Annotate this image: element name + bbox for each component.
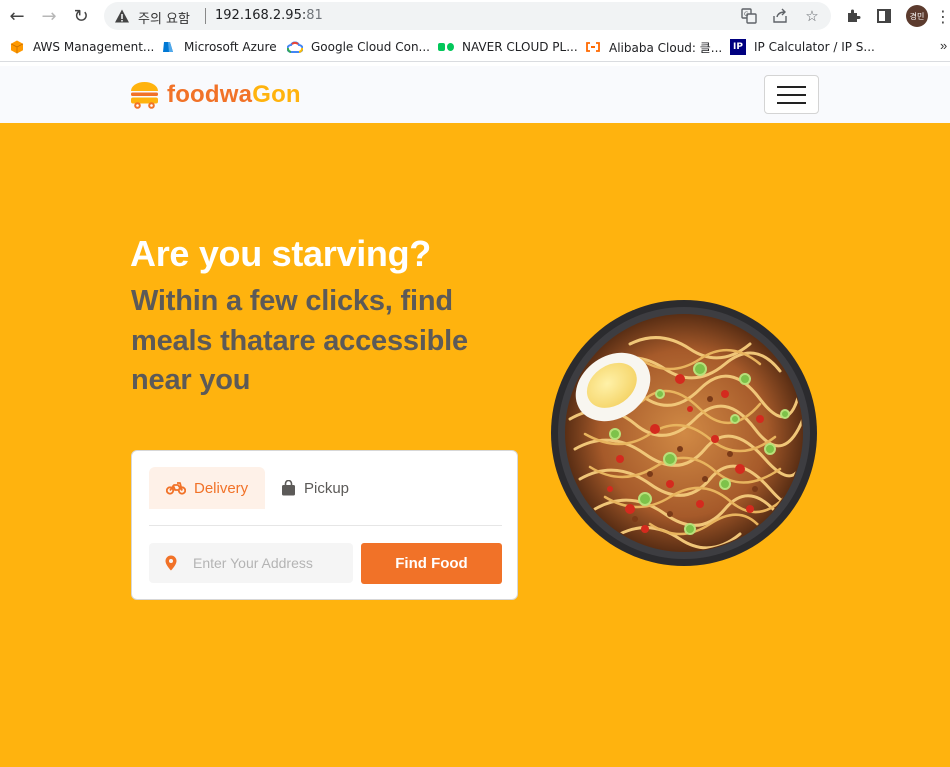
food-search-card: Delivery Pickup Find Food [131, 450, 518, 600]
food-truck-logo-icon [131, 82, 158, 109]
bookmark-ip-calculator[interactable]: IP IP Calculator / IP S... [730, 39, 875, 55]
bookmark-alibaba-cloud[interactable]: Alibaba Cloud: 클... [585, 39, 722, 55]
tab-delivery[interactable]: Delivery [149, 467, 265, 509]
address-bar[interactable]: 주의 요함 192.168.2.95:81 G ☆ [104, 2, 831, 30]
more-bookmarks-icon[interactable]: » [940, 38, 947, 53]
bookmark-azure[interactable]: Microsoft Azure [160, 39, 277, 55]
bookmark-aws[interactable]: AWS Management... [9, 39, 154, 55]
logo-text-part1: foodwa [167, 81, 253, 108]
aws-icon [9, 39, 25, 55]
site-logo[interactable]: foodwaGon [130, 79, 301, 111]
security-label[interactable]: 주의 요함 [138, 8, 190, 27]
bookmark-star-icon[interactable]: ☆ [803, 7, 821, 25]
url-host: 192.168.2.95: [215, 8, 307, 23]
url-port: 81 [306, 8, 323, 23]
browser-toolbar: ← → ↻ 주의 요함 192.168.2.95:81 G ☆ 경민 ⋮ [0, 0, 950, 32]
bookmark-label: Microsoft Azure [184, 40, 277, 54]
forward-arrow-icon[interactable]: → [37, 4, 61, 28]
address-input[interactable] [193, 543, 348, 583]
hero-subtitle: Within a few clicks, find meals thatare … [131, 285, 468, 396]
side-panel-icon[interactable] [873, 5, 895, 27]
menu-dots-icon[interactable]: ⋮ [935, 5, 950, 27]
navbar-toggle-button[interactable] [764, 75, 819, 114]
bookmarks-bar: AWS Management... Microsoft Azure Google… [0, 32, 950, 62]
hamburger-bar [777, 93, 806, 96]
logo-text: foodwaGon [167, 81, 301, 109]
google-cloud-icon [287, 39, 303, 55]
motorbike-icon [166, 481, 186, 495]
bookmark-label: NAVER CLOUD PL... [462, 40, 578, 54]
logo-text-part2: Gon [252, 81, 301, 108]
reload-icon[interactable]: ↻ [69, 4, 93, 28]
tab-pickup[interactable]: Pickup [279, 467, 389, 509]
hamburger-bar [777, 101, 806, 104]
bookmark-naver-cloud[interactable]: NAVER CLOUD PL... [438, 39, 578, 55]
hero-title: Are you starving? [130, 233, 431, 274]
find-food-button[interactable]: Find Food [361, 543, 502, 584]
ip-calculator-icon: IP [730, 39, 746, 55]
noodle-bowl-image [551, 300, 817, 566]
omnibox-divider [205, 8, 206, 24]
address-field[interactable] [149, 543, 353, 583]
back-arrow-icon[interactable]: ← [5, 4, 29, 28]
shopping-bag-icon [281, 480, 296, 496]
bookmark-label: Google Cloud Con... [311, 40, 430, 54]
naver-cloud-icon [438, 39, 454, 55]
warning-icon[interactable] [114, 8, 130, 24]
profile-avatar[interactable]: 경민 [906, 5, 928, 27]
share-icon[interactable] [771, 7, 789, 25]
hero-section: Are you starving? Within a few clicks, f… [0, 123, 950, 767]
tab-pickup-label: Pickup [304, 479, 350, 497]
bookmark-label: AWS Management... [33, 40, 155, 54]
tab-delivery-label: Delivery [194, 479, 249, 497]
extensions-icon[interactable] [842, 5, 864, 27]
site-navbar: foodwaGon [0, 66, 950, 123]
bookmark-label: IP Calculator / IP S... [754, 40, 875, 54]
translate-icon[interactable]: G [740, 7, 758, 25]
bookmark-google-cloud[interactable]: Google Cloud Con... [287, 39, 430, 55]
azure-icon [160, 39, 176, 55]
bookmark-label: Alibaba Cloud: 클... [609, 40, 723, 55]
url-text[interactable]: 192.168.2.95:81 [215, 8, 323, 23]
hamburger-bar [777, 85, 806, 88]
card-divider [149, 525, 502, 526]
location-pin-icon [165, 555, 177, 571]
alibaba-cloud-icon [585, 39, 601, 55]
svg-text:G: G [744, 11, 749, 18]
